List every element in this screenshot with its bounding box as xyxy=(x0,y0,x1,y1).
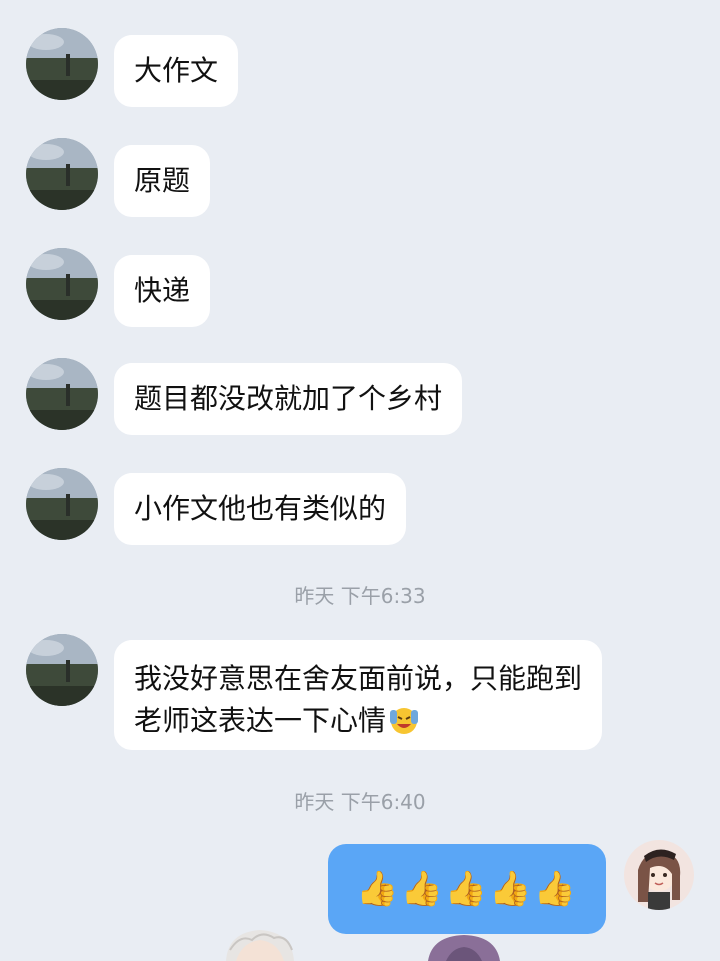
message-text: 我没好意思在舍友面前说，只能跑到老师这表达一下心情 xyxy=(134,662,583,737)
timestamp: 昨天 下午6:40 xyxy=(294,790,426,814)
my-avatar[interactable] xyxy=(624,840,694,910)
timestamp: 昨天 下午6:33 xyxy=(294,584,426,608)
message-text: 小作文他也有类似的 xyxy=(134,492,387,525)
message-bubble[interactable]: 大作文 xyxy=(114,35,239,107)
my-message-bubble[interactable]: 👍👍👍👍👍 xyxy=(328,844,606,934)
message-bubble[interactable]: 原题 xyxy=(114,145,211,217)
contact-avatar[interactable] xyxy=(26,28,98,100)
message-text: 题目都没改就加了个乡村 xyxy=(134,382,443,415)
contact-avatar[interactable] xyxy=(26,358,98,430)
facepalm-laugh-icon xyxy=(388,704,420,736)
partial-avatar-white-hair xyxy=(222,928,298,961)
contact-avatar[interactable] xyxy=(26,138,98,210)
message-text: 大作文 xyxy=(134,54,219,87)
message-bubble[interactable]: 快递 xyxy=(114,255,211,327)
message-bubble[interactable]: 题目都没改就加了个乡村 xyxy=(114,363,463,435)
chat-window: 大作文 原题 快递 题目都没改就加了个乡村 小作文他也有类似的 昨天 下午6:3… xyxy=(0,0,720,961)
message-bubble[interactable]: 我没好意思在舍友面前说，只能跑到老师这表达一下心情 xyxy=(114,640,602,750)
message-bubble[interactable]: 小作文他也有类似的 xyxy=(114,473,407,545)
message-text: 快递 xyxy=(134,274,191,307)
message-text: 原题 xyxy=(134,164,191,197)
contact-avatar[interactable] xyxy=(26,248,98,320)
contact-avatar[interactable] xyxy=(26,634,98,706)
thumbs-up-icon: 👍👍👍👍👍 xyxy=(356,869,578,909)
partial-avatar-purple-hair xyxy=(426,934,502,961)
contact-avatar[interactable] xyxy=(26,468,98,540)
